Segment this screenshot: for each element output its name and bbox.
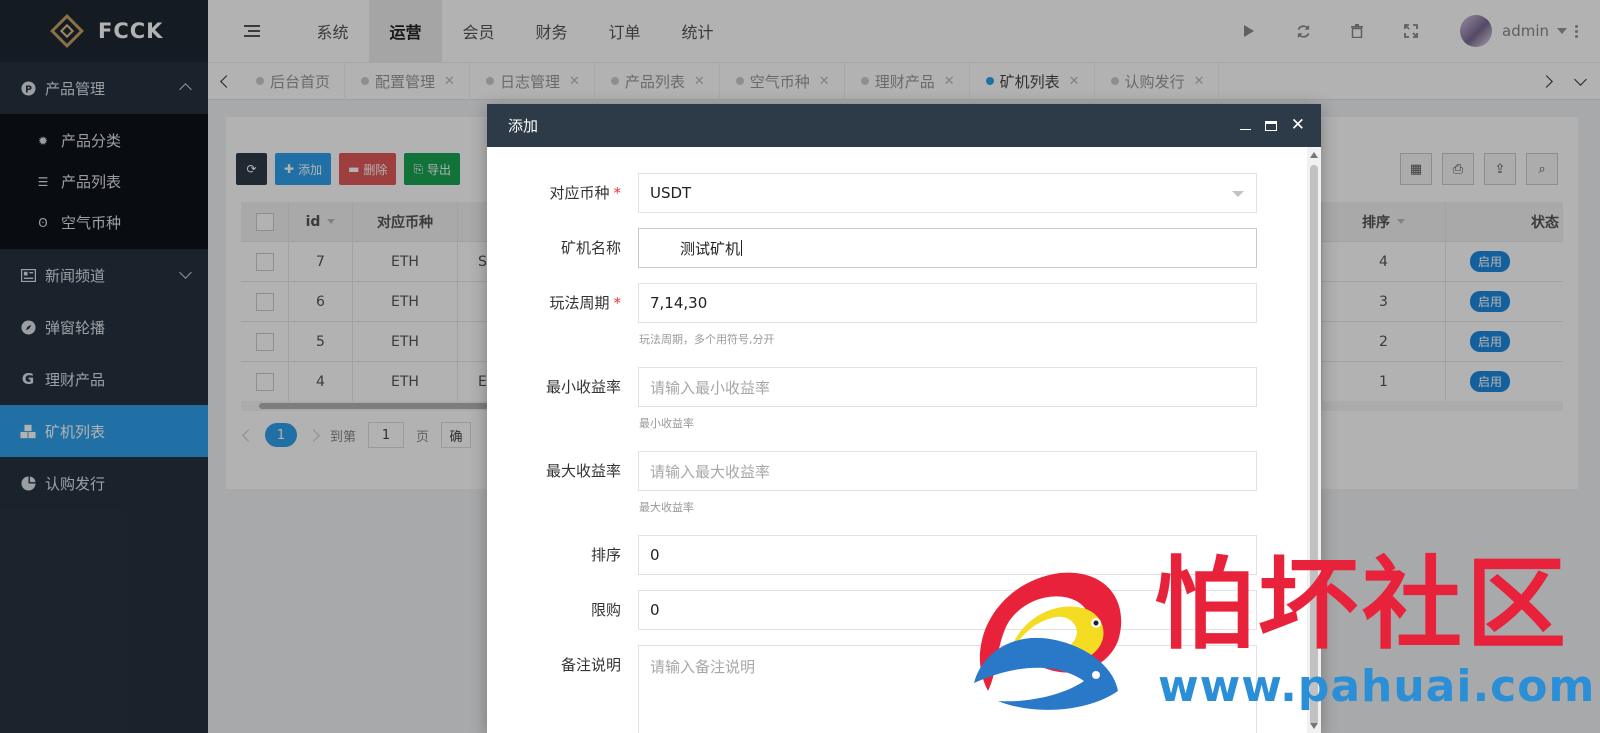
miner-name-input[interactable]: 测试矿机 <box>638 228 1257 268</box>
minimize-icon[interactable] <box>1239 128 1251 131</box>
max-rate-input[interactable]: 请输入最大收益率 <box>638 451 1257 491</box>
limit-label: 限购 <box>590 601 621 619</box>
close-icon[interactable]: ✕ <box>1291 117 1305 134</box>
modal-header[interactable]: 添加 ✕ <box>487 104 1321 147</box>
text-cursor <box>741 240 743 256</box>
modal-title: 添加 <box>508 117 539 135</box>
max-rate-hint: 最大收益率 <box>639 501 694 514</box>
period-input[interactable]: 7,14,30 <box>638 283 1257 323</box>
coin-select-value: USDT <box>650 184 692 202</box>
fish-logo-icon <box>974 572 1122 710</box>
min-rate-label: 最小收益率 <box>545 378 621 396</box>
watermark-url: www.pahuai.com <box>1158 661 1596 712</box>
min-rate-input[interactable]: 请输入最小收益率 <box>638 367 1257 407</box>
scroll-up-icon[interactable] <box>1310 152 1318 158</box>
label-text: 对应币种 <box>549 184 610 202</box>
watermark: 怕坏社区 www.pahuai.com <box>968 549 1594 725</box>
miner-name-value: 测试矿机 <box>680 239 741 258</box>
required-asterisk: * <box>613 184 622 202</box>
min-rate-hint: 最小收益率 <box>639 417 694 430</box>
coin-select[interactable]: USDT <box>638 173 1257 213</box>
caret-down-icon <box>1232 191 1244 197</box>
period-hint: 玩法周期，多个用符号,分开 <box>639 333 775 346</box>
period-label: 玩法周期 * <box>507 283 621 323</box>
label-text: 玩法周期 <box>549 294 610 312</box>
sort-label: 排序 <box>590 546 621 564</box>
maximize-icon[interactable] <box>1264 120 1277 131</box>
name-label: 矿机名称 <box>560 239 621 257</box>
watermark-title: 怕坏社区 <box>1154 545 1570 663</box>
remark-label: 备注说明 <box>560 656 621 674</box>
modal-window-controls: ✕ <box>1239 104 1305 147</box>
max-rate-label: 最大收益率 <box>545 462 621 480</box>
coin-label: 对应币种 * <box>507 173 621 213</box>
required-asterisk: * <box>613 294 622 312</box>
